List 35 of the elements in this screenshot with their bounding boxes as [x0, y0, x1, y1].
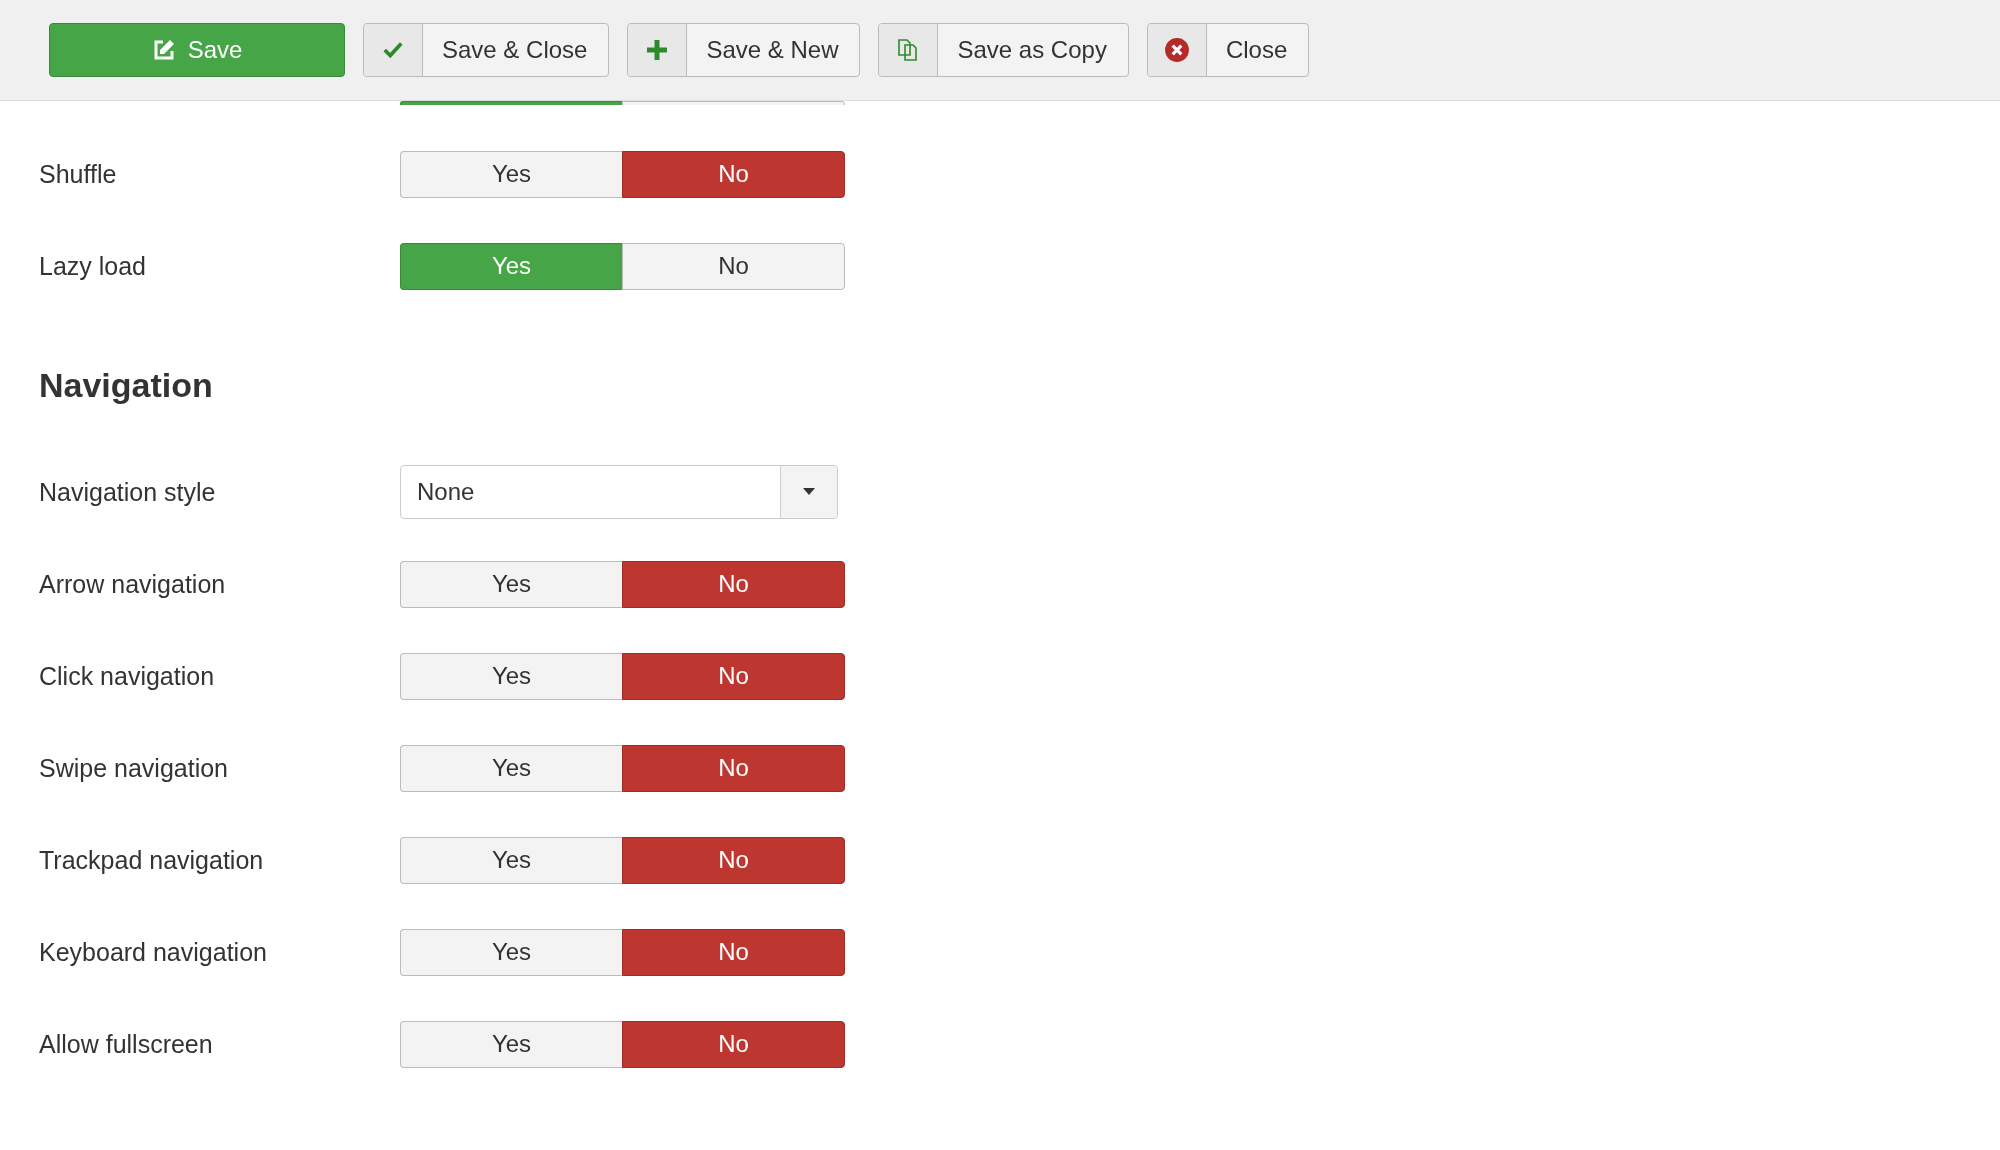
toggle-switch[interactable] [400, 101, 845, 105]
close-icon [1163, 37, 1190, 63]
toggle-option[interactable]: Yes [400, 1020, 622, 1068]
toolbar-button[interactable]: Close [1146, 23, 1310, 77]
toggle-option[interactable]: Yes [400, 560, 622, 608]
toggle-option[interactable]: Yes [400, 150, 622, 198]
toggle-option[interactable]: No [622, 836, 845, 884]
field-label: Allow fullscreen [39, 1029, 214, 1059]
field-label: Shuffle [39, 159, 118, 189]
caret-icon [803, 488, 815, 496]
toolbar-button[interactable]: Save & New [627, 23, 861, 77]
field-label: Swipe navigation [39, 753, 229, 783]
field-label: Lazy load [39, 251, 148, 281]
toggle-option[interactable]: No [622, 744, 845, 792]
toggle-option[interactable]: Yes [400, 836, 622, 884]
toggle-option[interactable]: No [622, 560, 845, 608]
field-label: Trackpad navigation [39, 845, 265, 875]
toggle-option[interactable]: No [622, 242, 845, 290]
toolbar-button[interactable]: Save as Copy [878, 23, 1129, 77]
toggle-option[interactable]: No [622, 1020, 845, 1068]
field-label: Keyboard navigation [39, 937, 268, 967]
toolbar-button[interactable]: Save & Close [363, 23, 610, 77]
dropdown[interactable]: None [400, 465, 838, 519]
toggle-option[interactable]: Yes [400, 928, 622, 976]
toggle-option[interactable]: No [622, 652, 845, 700]
toggle-option[interactable]: Yes [400, 652, 622, 700]
plus-icon [645, 38, 670, 62]
field-label: Arrow navigation [39, 569, 227, 599]
dropdown-value: None [416, 477, 476, 507]
field-label: Click navigation [39, 661, 216, 691]
toggle-option[interactable]: No [622, 150, 845, 198]
toggle-option[interactable]: No [622, 928, 845, 976]
field-label: Navigation style [39, 477, 217, 507]
section-heading: Navigation [39, 365, 213, 405]
toggle-option[interactable]: Yes [400, 744, 622, 792]
